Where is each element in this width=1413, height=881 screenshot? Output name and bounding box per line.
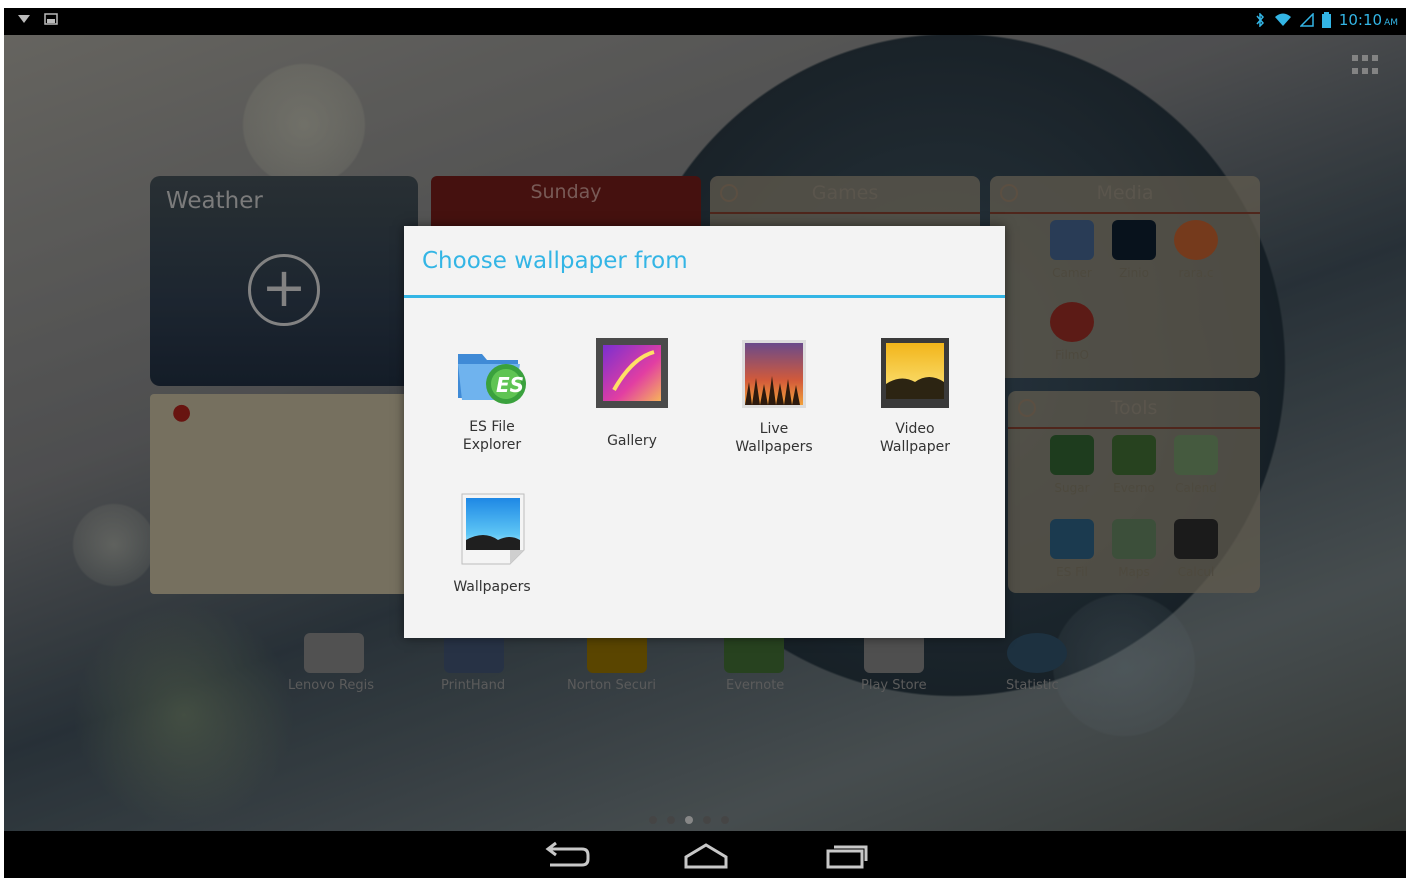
dialog-title-divider: [404, 295, 1005, 298]
svg-text:ES: ES: [496, 373, 524, 397]
recent-apps-button[interactable]: [816, 839, 876, 871]
option-label: ES File Explorer: [462, 419, 522, 453]
device-screen: 10:10 AM Weather + ● Sunday Games Media C…: [4, 8, 1406, 878]
battery-icon: [1321, 12, 1331, 28]
option-live-wallpapers[interactable]: Live Wallpapers: [704, 338, 844, 456]
option-label: Video Wallpaper: [879, 421, 951, 455]
screenshot-notification-icon: [44, 13, 58, 25]
es-file-explorer-icon: ES: [454, 336, 530, 412]
status-bar: 10:10 AM: [4, 8, 1406, 35]
option-label: Wallpapers: [453, 579, 531, 595]
home-button[interactable]: [676, 839, 736, 871]
signal-icon: [1299, 13, 1314, 27]
dialog-title: Choose wallpaper from: [422, 248, 688, 274]
usb-debug-icon: [18, 15, 30, 23]
home-icon: [684, 843, 728, 869]
video-wallpaper-icon: [877, 338, 953, 414]
wifi-icon: [1274, 13, 1291, 26]
option-gallery[interactable]: Gallery: [562, 338, 702, 450]
gallery-icon: [594, 338, 670, 414]
back-button[interactable]: [536, 839, 596, 871]
choose-wallpaper-dialog: Choose wallpaper from ES ES File Explorer: [404, 226, 1005, 638]
live-wallpapers-icon: [736, 338, 812, 414]
option-label: Live Wallpapers: [735, 421, 813, 455]
bluetooth-icon: [1256, 13, 1264, 27]
option-video-wallpaper[interactable]: Video Wallpaper: [845, 338, 985, 456]
option-label: Gallery: [607, 433, 657, 449]
option-wallpapers[interactable]: Wallpapers: [422, 490, 562, 596]
option-es-file-explorer[interactable]: ES ES File Explorer: [422, 336, 562, 454]
wallpapers-icon: [454, 490, 530, 566]
back-icon: [545, 841, 590, 867]
clock: 10:10 AM: [1338, 11, 1398, 29]
recent-apps-icon: [826, 845, 868, 869]
navigation-bar: [4, 831, 1406, 878]
